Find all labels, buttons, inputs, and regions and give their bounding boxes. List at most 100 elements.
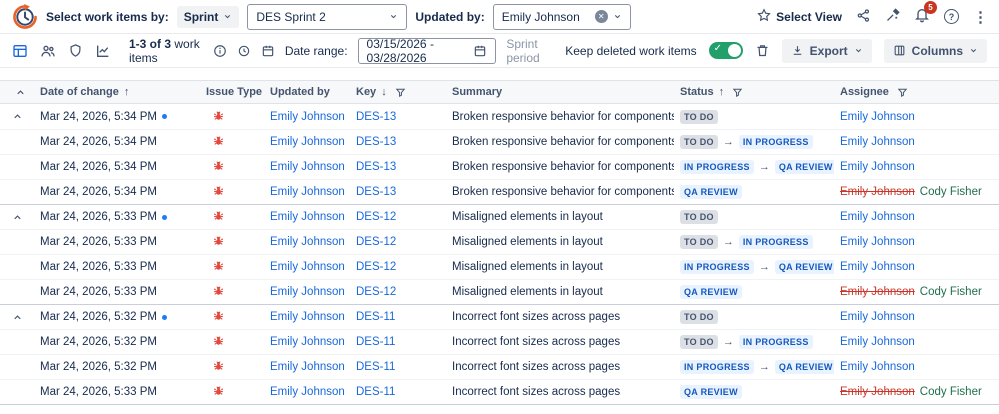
info-icon[interactable] [213, 44, 227, 58]
notifications-button[interactable]: 5 [914, 1, 937, 26]
issue-key-link[interactable]: DES-13 [356, 136, 396, 148]
users-view-icon[interactable] [40, 43, 56, 59]
collapse-group-icon[interactable] [12, 312, 23, 323]
assignee-link[interactable]: Emily Johnson [840, 111, 915, 123]
status-chip: TO DO [680, 235, 718, 249]
updated-by-link[interactable]: Emily Johnson [270, 361, 345, 373]
assignee-link[interactable]: Emily Johnson [840, 261, 915, 273]
date-range-input[interactable]: 03/15/2026 - 03/28/2026 [357, 37, 497, 65]
updated-by-link[interactable]: Emily Johnson [270, 136, 345, 148]
issue-type-cell [200, 234, 264, 250]
updated-by-link[interactable]: Emily Johnson [270, 111, 345, 123]
issue-type-cell [200, 109, 264, 125]
change-date-cell: Mar 24, 2026, 5:32 PM [34, 336, 200, 348]
collapse-group-icon[interactable] [12, 111, 23, 122]
filter-icon[interactable] [395, 87, 406, 98]
issue-key-link[interactable]: DES-12 [356, 236, 396, 248]
header-date[interactable]: Date of change ↑ [34, 86, 200, 98]
change-date-text: Mar 24, 2026, 5:33 PM [40, 211, 157, 223]
issue-key-link[interactable]: DES-11 [356, 386, 395, 398]
updated-by-cell: Emily Johnson [264, 336, 350, 348]
history-icon[interactable] [237, 44, 251, 58]
table-row: Mar 24, 2026, 5:32 PM Emily Johnson DES-11… [0, 354, 999, 379]
updated-by-link[interactable]: Emily Johnson [270, 311, 345, 323]
assignee-link[interactable]: Emily Johnson [840, 336, 915, 348]
header-status[interactable]: Status ↑ [674, 86, 834, 98]
chevron-down-icon [389, 12, 398, 21]
more-menu-button[interactable]: ⋮ [973, 8, 988, 26]
updated-by-cell: Emily Johnson [264, 111, 350, 123]
change-date-text: Mar 24, 2026, 5:33 PM [40, 386, 157, 398]
filter-icon[interactable] [732, 87, 743, 98]
issue-key-link[interactable]: DES-13 [356, 186, 396, 198]
issue-key-link[interactable]: DES-12 [356, 286, 396, 298]
key-cell: DES-13 [350, 136, 446, 148]
issue-key-link[interactable]: DES-12 [356, 211, 396, 223]
updated-by-link[interactable]: Emily Johnson [270, 161, 345, 173]
assignee-link[interactable]: Emily Johnson [840, 311, 915, 323]
assignee-removed: Emily Johnson [840, 286, 915, 298]
updated-by-link[interactable]: Emily Johnson [270, 386, 345, 398]
updated-by-link[interactable]: Emily Johnson [270, 211, 345, 223]
table-view-icon[interactable] [12, 43, 28, 59]
header-issue-type[interactable]: Issue Type [200, 86, 264, 98]
clear-filter-icon[interactable]: ✕ [594, 10, 608, 23]
issue-key-link[interactable]: DES-11 [356, 311, 395, 323]
share-button[interactable] [856, 8, 871, 26]
new-change-dot [161, 114, 167, 119]
collapse-group-icon[interactable] [12, 212, 23, 223]
sprint-select[interactable]: DES Sprint 2 [247, 3, 408, 30]
updated-by-link[interactable]: Emily Johnson [270, 261, 345, 273]
collapse-all-header[interactable] [0, 87, 34, 98]
assignee-link[interactable]: Emily Johnson [840, 211, 915, 223]
select-view-button[interactable]: Select View [757, 8, 842, 25]
change-date-text: Mar 24, 2026, 5:33 PM [40, 261, 157, 273]
status-arrow-icon: → [722, 136, 734, 148]
summary-cell: Misaligned elements in layout [452, 211, 603, 223]
help-button[interactable]: ? [944, 9, 959, 24]
updated-by-select[interactable]: Emily Johnson ✕ [492, 3, 631, 30]
issue-key-link[interactable]: DES-12 [356, 261, 396, 273]
assignee-link[interactable]: Emily Johnson [840, 361, 915, 373]
assignee-added: Cody Fisher [919, 386, 982, 398]
header-assignee[interactable]: Assignee [834, 86, 999, 98]
header-key[interactable]: Key ↓ [350, 86, 446, 98]
header-updated-by[interactable]: Updated by [264, 86, 350, 98]
updated-by-link[interactable]: Emily Johnson [270, 286, 345, 298]
issue-type-cell [200, 334, 264, 350]
issue-key-link[interactable]: DES-13 [356, 161, 396, 173]
issue-key-link[interactable]: DES-11 [356, 336, 395, 348]
trash-icon[interactable] [755, 43, 770, 58]
updated-by-link[interactable]: Emily Johnson [270, 336, 345, 348]
assignee-link[interactable]: Emily Johnson [840, 236, 915, 248]
bug-icon [212, 334, 225, 350]
work-items-count: 1-3 of 3 work items [129, 37, 203, 65]
keep-deleted-toggle[interactable]: ✓ [708, 42, 743, 59]
assignee-cell: Emily Johnson [834, 211, 999, 223]
table-row: Mar 24, 2026, 5:34 PM Emily Johnson DES-13… [0, 129, 999, 154]
assignee-link[interactable]: Emily Johnson [840, 161, 915, 173]
select-by-dropdown[interactable]: Sprint [176, 5, 240, 28]
issue-key-link[interactable]: DES-13 [356, 111, 396, 123]
star-icon [757, 8, 771, 25]
assignee-link[interactable]: Emily Johnson [840, 136, 915, 148]
chart-view-icon[interactable] [95, 43, 111, 59]
bug-icon [212, 234, 225, 250]
columns-button[interactable]: Columns [883, 38, 987, 63]
notification-badge: 5 [924, 1, 937, 14]
assignee-removed: Emily Johnson [840, 386, 915, 398]
updated-by-link[interactable]: Emily Johnson [270, 186, 345, 198]
shield-view-icon[interactable] [68, 43, 83, 58]
filter-icon[interactable] [897, 87, 908, 98]
wand-button[interactable] [885, 7, 900, 26]
assignee-cell: Emily Johnson [834, 336, 999, 348]
issue-key-link[interactable]: DES-11 [356, 361, 395, 373]
header-summary[interactable]: Summary [446, 86, 674, 98]
key-cell: DES-12 [350, 236, 446, 248]
updated-by-link[interactable]: Emily Johnson [270, 236, 345, 248]
toggle-knob [727, 44, 741, 57]
status-cell: TO DO → IN PROGRESS [674, 335, 834, 349]
export-button[interactable]: Export [781, 38, 872, 63]
change-date-text: Mar 24, 2026, 5:32 PM [40, 336, 157, 348]
status-arrow-icon: → [758, 161, 770, 173]
